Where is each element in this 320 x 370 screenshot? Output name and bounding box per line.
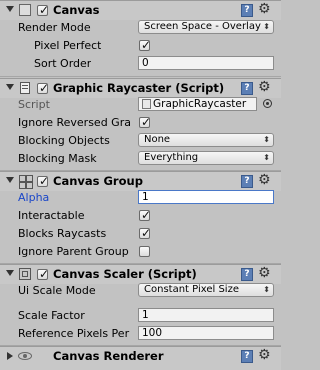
canvas-scaler-header[interactable]: ✓ Canvas Scaler (Script) ? ⚙ [0,264,281,284]
ignore-parent-label: Ignore Parent Group [18,245,129,258]
graphic-raycaster-title: Graphic Raycaster (Script) [53,81,225,95]
interactable-row: Interactable ✓ [0,207,281,225]
ignore-reversed-label: Ignore Reversed Gra [18,116,131,129]
script-object-field[interactable]: GraphicRaycaster [138,97,257,111]
canvas-pixel-perfect-row: Pixel Perfect ✓ [0,37,281,55]
ignore-reversed-checkbox[interactable]: ✓ [139,115,151,129]
script-value: GraphicRaycaster [153,98,247,110]
sort-order-input[interactable]: 0 [138,56,274,70]
graphic-raycaster-enabled-checkbox[interactable]: ✓ [37,81,49,95]
graphic-raycaster-fold-arrow-icon[interactable] [6,84,14,90]
blocking-objects-value: None [144,134,171,145]
blocking-mask-label: Blocking Mask [18,152,97,165]
blocking-objects-row: Blocking Objects None ⬍ [0,132,281,150]
canvas-sort-order-row: Sort Order 0 [0,55,281,73]
dropdown-arrow-icon: ⬍ [263,153,270,162]
ui-scale-mode-dropdown[interactable]: Constant Pixel Size ⬍ [138,283,274,297]
scale-factor-label: Scale Factor [18,309,85,322]
ignore-parent-row: Ignore Parent Group [0,243,281,261]
canvas-scaler-fold-arrow-icon[interactable] [6,270,14,276]
blocking-mask-value: Everything [144,152,199,163]
canvas-fold-arrow-icon[interactable] [6,6,14,12]
canvas-settings-gear-icon[interactable]: ⚙ [258,1,271,17]
ignore-parent-checkbox[interactable] [139,246,150,257]
render-mode-value: Screen Space - Overlay [144,21,261,32]
reference-pixels-row: Reference Pixels Per 100 [0,325,281,343]
canvas-renderer-header[interactable]: Canvas Renderer ? ⚙ [0,346,281,370]
blocks-raycasts-checkbox[interactable]: ✓ [139,226,151,240]
blocking-objects-dropdown[interactable]: None ⬍ [138,133,274,147]
dropdown-arrow-icon: ⬍ [263,135,270,144]
graphic-raycaster-header[interactable]: ✓ Graphic Raycaster (Script) ? ⚙ [0,78,281,98]
ui-scale-mode-label: Ui Scale Mode [18,284,96,297]
graphic-raycaster-settings-gear-icon[interactable]: ⚙ [258,79,271,95]
blocks-raycasts-label: Blocks Raycasts [18,227,107,240]
interactable-label: Interactable [18,209,85,222]
canvas-scaler-title: Canvas Scaler (Script) [53,267,197,281]
canvas-renderer-title: Canvas Renderer [53,349,164,363]
canvas-group-settings-gear-icon[interactable]: ⚙ [258,172,271,188]
blocking-objects-label: Blocking Objects [18,134,110,147]
canvas-scaler-enabled-checkbox[interactable]: ✓ [37,267,49,281]
blocking-mask-row: Blocking Mask Everything ⬍ [0,150,281,168]
sort-order-label: Sort Order [34,57,92,70]
script-label: Script [18,98,50,111]
pixel-perfect-checkbox[interactable]: ✓ [139,38,151,52]
scale-factor-row: Scale Factor 1 [0,307,281,325]
ui-scale-mode-value: Constant Pixel Size [144,284,239,295]
dropdown-arrow-icon: ⬍ [263,22,270,31]
alpha-label: Alpha [18,191,50,204]
canvas-renderer-settings-gear-icon[interactable]: ⚙ [258,347,271,363]
scale-factor-input[interactable]: 1 [138,308,274,322]
reference-pixels-input[interactable]: 100 [138,326,274,340]
canvas-scaler-icon [18,267,32,281]
render-mode-dropdown[interactable]: Screen Space - Overlay ⬍ [138,20,274,34]
ui-scale-mode-row: Ui Scale Mode Constant Pixel Size ⬍ [0,282,281,300]
component-divider [0,76,281,77]
script-component-icon [18,81,32,95]
alpha-row: Alpha 1 [0,189,281,207]
canvas-group-fold-arrow-icon[interactable] [6,177,14,183]
pixel-perfect-label: Pixel Perfect [34,39,102,52]
interactable-checkbox[interactable]: ✓ [139,208,151,222]
canvas-renderer-eye-icon [18,349,32,363]
canvas-title: Canvas [53,3,100,17]
canvas-group-enabled-checkbox[interactable]: ✓ [37,174,49,188]
alpha-input[interactable]: 1 [138,190,274,204]
canvas-header[interactable]: ✓ Canvas ? ⚙ [0,0,281,20]
canvas-help-icon[interactable]: ? [241,4,253,17]
graphic-raycaster-help-icon[interactable]: ? [241,82,253,95]
script-row: Script GraphicRaycaster [0,96,281,114]
reference-pixels-label: Reference Pixels Per [18,327,130,340]
blocking-mask-dropdown[interactable]: Everything ⬍ [138,151,274,165]
ignore-reversed-row: Ignore Reversed Gra ✓ [0,114,281,132]
canvas-group-help-icon[interactable]: ? [241,175,253,188]
canvas-enabled-checkbox[interactable]: ✓ [37,3,49,17]
canvas-renderer-help-icon[interactable]: ? [241,350,253,363]
canvas-group-header[interactable]: ✓ Canvas Group ? ⚙ [0,171,281,191]
canvas-scaler-help-icon[interactable]: ? [241,268,253,281]
canvas-component-icon [18,3,32,17]
dropdown-arrow-icon: ⬍ [263,285,270,294]
canvas-render-mode-row: Render Mode Screen Space - Overlay ⬍ [0,19,281,37]
render-mode-label: Render Mode [18,21,91,34]
canvas-scaler-settings-gear-icon[interactable]: ⚙ [258,265,271,281]
canvas-group-title: Canvas Group [53,174,143,188]
script-file-icon [142,99,151,109]
canvas-renderer-fold-arrow-icon[interactable] [7,352,13,360]
blocks-raycasts-row: Blocks Raycasts ✓ [0,225,281,243]
object-picker-target-icon[interactable] [263,99,272,108]
canvas-group-icon [18,174,33,189]
